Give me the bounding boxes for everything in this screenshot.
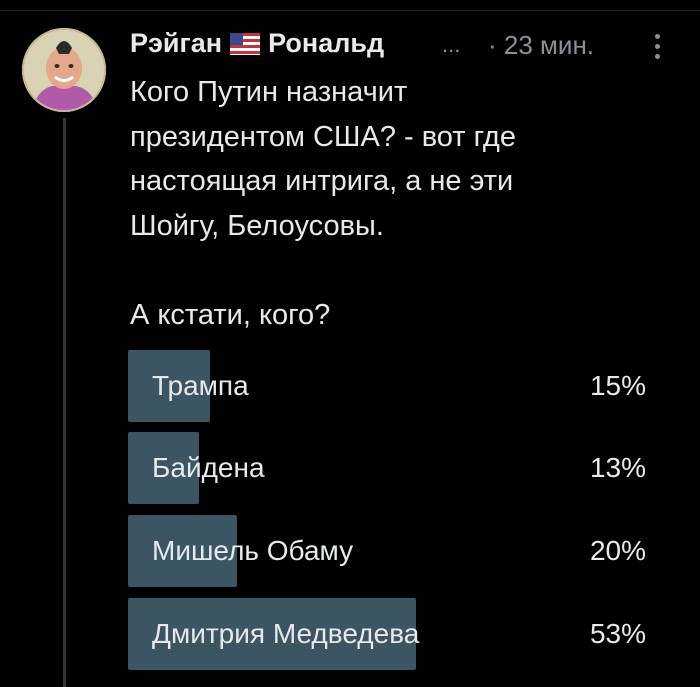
author-name-first: Рэйган xyxy=(130,28,223,58)
post-text: Кого Путин назначит президентом США? - в… xyxy=(130,76,516,331)
poll-option-percent: 53% xyxy=(589,618,646,649)
us-flag-icon xyxy=(230,31,261,62)
poll-option-percent: 15% xyxy=(589,370,646,401)
post-header: Рэйган Рональд ... · 23 мин. xyxy=(130,26,670,66)
name-truncation: ... xyxy=(442,32,461,57)
avatar[interactable] xyxy=(22,28,106,112)
time-separator: · xyxy=(488,30,497,60)
post-time[interactable]: · 23 мин. xyxy=(488,30,594,61)
avatar-image xyxy=(22,28,106,112)
poll-option-michelle-obama[interactable]: Мишель Обаму 20% xyxy=(128,515,658,587)
author-name[interactable]: Рэйган Рональд xyxy=(130,28,384,62)
poll-option-medvedev[interactable]: Дмитрия Медведева 53% xyxy=(128,598,658,670)
poll-option-biden[interactable]: Байдена 13% xyxy=(128,432,658,504)
more-options-icon[interactable] xyxy=(648,32,668,62)
poll-option-label: Трампа xyxy=(152,370,249,401)
poll-option-percent: 13% xyxy=(589,452,646,483)
time-value: 23 мин. xyxy=(503,30,595,60)
poll-option-label: Байдена xyxy=(152,452,265,483)
poll-option-percent: 20% xyxy=(589,535,646,566)
author-name-second: Рональд xyxy=(268,28,385,58)
poll-option-trump[interactable]: Трампа 15% xyxy=(128,350,658,422)
poll-option-label: Дмитрия Медведева xyxy=(152,618,420,649)
thread-line xyxy=(63,118,66,687)
top-divider xyxy=(0,0,700,11)
poll-option-label: Мишель Обаму xyxy=(152,535,354,566)
